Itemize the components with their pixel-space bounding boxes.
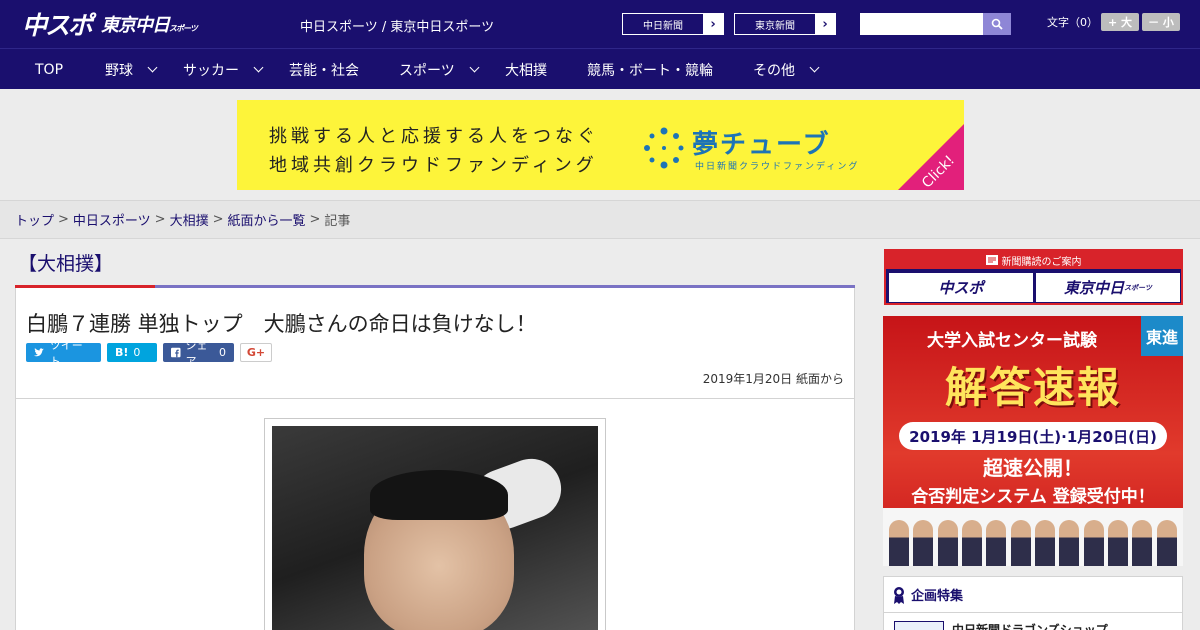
- feature-specials: 企画特集 中日新聞ドラゴンズショップ: [883, 576, 1183, 630]
- hatena-count: 0: [133, 346, 141, 359]
- nav-item-sumo[interactable]: 大相撲: [505, 49, 547, 90]
- article-divider: [16, 398, 854, 399]
- ribbon-award-icon: [894, 586, 904, 604]
- feature-thumbnail: [894, 621, 944, 630]
- tokyo-shimbun-link[interactable]: 東京新聞 ›: [734, 13, 836, 35]
- font-size-label: 文字（0）: [1047, 16, 1098, 29]
- feature-item[interactable]: 中日新聞ドラゴンズショップ: [894, 621, 1108, 630]
- main-nav: TOP 野球 サッカー 芸能・社会 スポーツ 大相撲 競馬・ボート・競輪 その他: [0, 48, 1200, 89]
- banner-line-2: 地域共創クラウドファンディング: [269, 155, 598, 176]
- facebook-icon: [171, 347, 181, 358]
- breadcrumb-separator: >: [58, 212, 69, 227]
- crowdfunding-banner[interactable]: 挑戦する人と応援する人をつなぐ 地域共創クラウドファンディング 夢チューブ 中日…: [237, 100, 964, 190]
- logo-tokyo-chunichi: 東京中日スポーツ: [101, 15, 198, 36]
- chevron-down-icon: [469, 62, 480, 73]
- ad-people-strip: [883, 508, 1183, 566]
- ad-person: [1059, 520, 1080, 566]
- breadcrumb-top[interactable]: トップ: [15, 210, 54, 229]
- ad-person: [962, 520, 983, 566]
- ad-person: [889, 520, 910, 566]
- subscription-guide: 新聞購読のご案内 中スポ 東京中日 スポーツ: [884, 249, 1183, 305]
- ad-person: [1108, 520, 1129, 566]
- banner-line-1: 挑戦する人と応援する人をつなぐ: [269, 126, 599, 147]
- breadcrumb-separator: >: [309, 212, 321, 227]
- tweet-button[interactable]: ツイート: [26, 339, 101, 368]
- site-logo[interactable]: 中スポ 東京中日スポーツ: [22, 8, 198, 40]
- chevron-down-icon: [809, 62, 820, 73]
- chunichi-shimbun-link[interactable]: 中日新聞 ›: [622, 13, 724, 35]
- top-header: 中スポ 東京中日スポーツ 中日スポーツ / 東京中日スポーツ 中日新聞 › 東京…: [0, 0, 1200, 48]
- article-category: 【大相撲】: [18, 253, 114, 275]
- facebook-share-button[interactable]: シェア 0: [163, 339, 234, 368]
- ad-line-2: 解答速報: [944, 363, 1121, 412]
- ad-line-1: 大学入試センター試験: [927, 331, 1097, 351]
- subscribe-tokyo-chunichi-button[interactable]: 東京中日 スポーツ: [1036, 273, 1180, 302]
- article-headline: 白鵬７連勝 単独トップ 大鵬さんの命日は負けなし！: [26, 312, 537, 336]
- logo-chuspo: 中スポ: [22, 11, 93, 40]
- breadcrumb-current: 記事: [324, 214, 351, 229]
- nav-item-other[interactable]: その他: [753, 49, 820, 90]
- article-date: 2019年1月20日 紙面から: [702, 372, 844, 386]
- exam-answer-ad[interactable]: 東進 大学入試センター試験 解答速報 2019年 1月19日(土)·1月20日(…: [883, 316, 1183, 566]
- breadcrumb-chunichi-sports[interactable]: 中日スポーツ: [73, 210, 151, 229]
- font-increase-button[interactable]: + 大: [1101, 13, 1139, 31]
- ad-person: [1035, 520, 1056, 566]
- ad-line-5: 合否判定システム 登録受付中！: [911, 487, 1155, 507]
- chevron-down-icon: [253, 62, 264, 73]
- nav-item-baseball[interactable]: 野球: [105, 49, 158, 90]
- nav-item-top[interactable]: TOP: [35, 49, 63, 90]
- ad-person: [1132, 520, 1153, 566]
- feature-header: 企画特集: [884, 577, 1182, 613]
- ad-person: [1156, 520, 1177, 566]
- article-container: 白鵬７連勝 単独トップ 大鵬さんの命日は負けなし！ ツイート B! 0 シェア …: [15, 288, 855, 630]
- article-photo-frame: [264, 418, 606, 630]
- share-buttons: ツイート B! 0 シェア 0 G+: [26, 339, 272, 368]
- chevron-right-icon: ›: [815, 14, 835, 34]
- subscribe-chuspo-button[interactable]: 中スポ: [889, 273, 1033, 302]
- site-name: 中日スポーツ / 東京中日スポーツ: [300, 20, 495, 35]
- search-input[interactable]: [860, 13, 983, 35]
- search-icon: [991, 18, 1003, 30]
- subscription-title: 新聞購読のご案内: [886, 251, 1181, 269]
- facebook-count: 0: [219, 346, 226, 359]
- hatena-bookmark-button[interactable]: B! 0: [107, 343, 157, 362]
- breadcrumb-separator: >: [212, 212, 224, 227]
- nav-item-soccer[interactable]: サッカー: [183, 49, 264, 90]
- google-plus-button[interactable]: G+: [240, 343, 272, 362]
- chevron-right-icon: ›: [703, 14, 723, 34]
- hatena-icon: B!: [115, 346, 129, 359]
- banner-brand-sub: 中日新聞クラウドファンディング: [695, 162, 860, 172]
- article-photo[interactable]: [272, 426, 598, 630]
- feature-item-label: 中日新聞ドラゴンズショップ: [952, 623, 1108, 630]
- ad-person: [1010, 520, 1031, 566]
- ad-corner-badge: 東進: [1141, 316, 1183, 356]
- chevron-down-icon: [147, 62, 158, 73]
- search-button[interactable]: [983, 13, 1011, 35]
- banner-brand: 夢チューブ: [692, 130, 831, 160]
- nav-item-sports[interactable]: スポーツ: [399, 49, 480, 90]
- breadcrumb-print-list[interactable]: 紙面から一覧: [228, 210, 306, 229]
- nav-item-racing[interactable]: 競馬・ボート・競輪: [587, 49, 713, 90]
- font-decrease-button[interactable]: － 小: [1142, 13, 1180, 31]
- nav-item-entertainment[interactable]: 芸能・社会: [289, 49, 359, 90]
- breadcrumb-separator: >: [154, 212, 166, 227]
- ad-person: [937, 520, 958, 566]
- ad-person: [986, 520, 1007, 566]
- ad-line-3: 2019年 1月19日(土)·1月20日(日): [899, 422, 1167, 450]
- ad-line-4: 超速公開！: [983, 456, 1083, 480]
- ad-person: [913, 520, 934, 566]
- twitter-bird-icon: [34, 348, 44, 357]
- ad-person: [1083, 520, 1104, 566]
- photo-hair-shape: [370, 470, 508, 520]
- newspaper-icon: [985, 255, 998, 265]
- breadcrumb: トップ > 中日スポーツ > 大相撲 > 紙面から一覧 > 記事: [0, 200, 1200, 239]
- breadcrumb-sumo[interactable]: 大相撲: [170, 210, 209, 229]
- banner-area: 挑戦する人と応援する人をつなぐ 地域共創クラウドファンディング 夢チューブ 中日…: [0, 89, 1200, 200]
- dream-tube-logo-icon: [644, 127, 684, 169]
